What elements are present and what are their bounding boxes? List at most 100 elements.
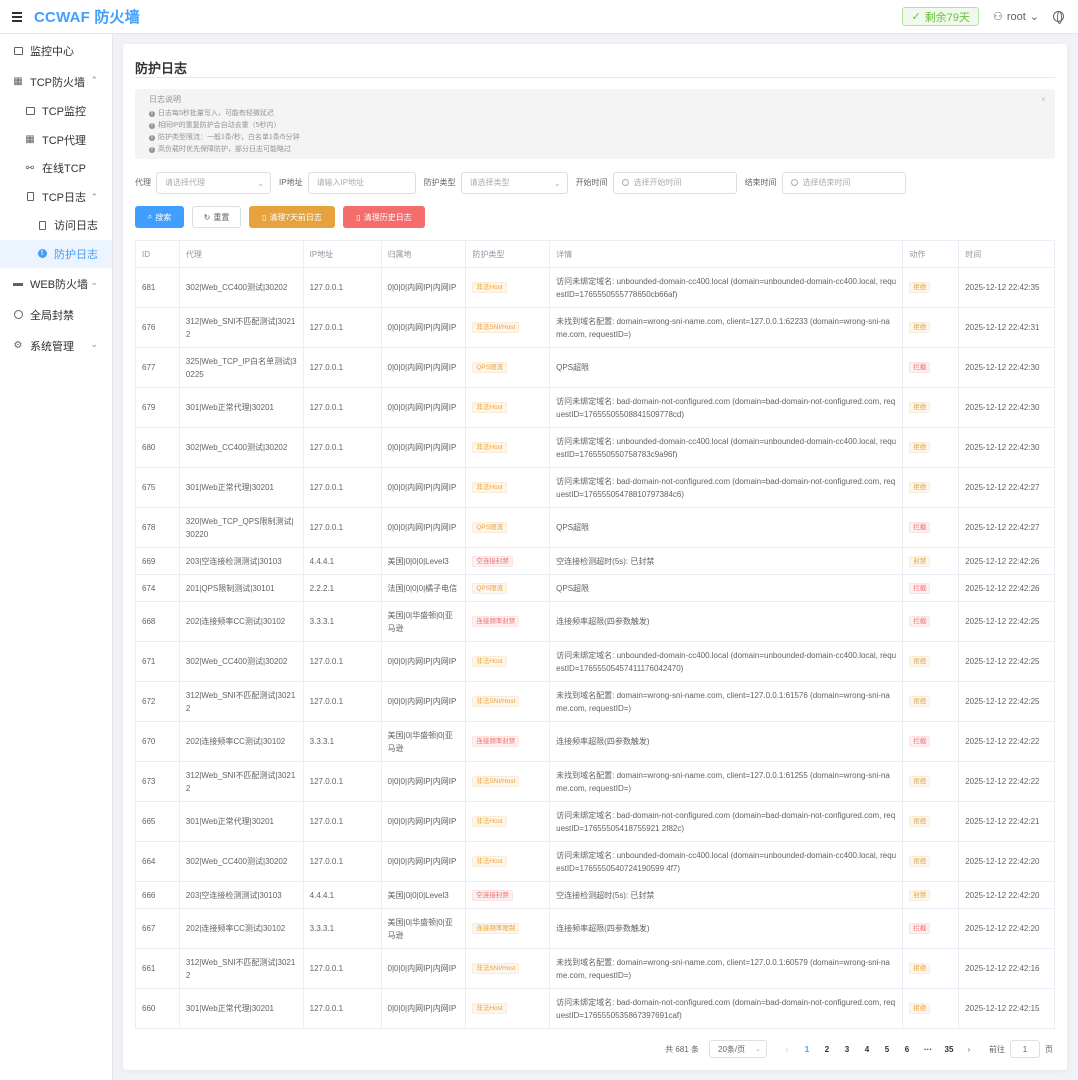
table-row: 668 202|连接频率CC测试|30102 3.3.3.1 美国|0|华盛顿|0|亚… bbox=[136, 602, 1054, 642]
page-number[interactable]: 5 bbox=[881, 1045, 893, 1054]
protection-type-tag: QPS限流 bbox=[472, 362, 508, 373]
table-row: 664 302|Web_CC400测试|30202 127.0.0.1 0|0|0|内… bbox=[136, 842, 1054, 882]
cell-type: 非法SNI/Host bbox=[466, 308, 551, 347]
action-tag: 拒绝 bbox=[909, 322, 931, 333]
protection-type-tag: 非法SNI/Host bbox=[472, 322, 520, 333]
page-title: 防护日志 bbox=[135, 61, 188, 76]
notice-title: 日志说明 bbox=[149, 95, 181, 104]
sidebar-item-monitor[interactable]: 监控中心 bbox=[0, 35, 112, 66]
cell-proxy: 301|Web正常代理|30201 bbox=[180, 468, 304, 507]
chevron-up-icon: ⌃ bbox=[90, 75, 98, 85]
cell-location: 美国|0|华盛顿|0|亚马逊 bbox=[382, 722, 467, 761]
search-icon: ⌕ bbox=[147, 212, 153, 221]
table-row: 661 312|Web_SNI不匹配测试|30212 127.0.0.1 0|0|0|… bbox=[136, 949, 1054, 989]
clock-icon bbox=[621, 179, 629, 186]
cell-type: 非法Host bbox=[466, 802, 551, 841]
cell-time: 2025-12-12 22:42:27 bbox=[965, 523, 1040, 532]
sidebar-item-online-tcp[interactable]: ⚯ 在线TCP bbox=[0, 154, 112, 183]
proxy-select[interactable]: 请选择代理 ⌄ bbox=[156, 171, 271, 194]
trash-icon: ▯ bbox=[262, 212, 267, 222]
cell-location: 0|0|0|内网IP|内网IP bbox=[382, 842, 467, 881]
sidebar-item-access-log[interactable]: 访问日志 bbox=[0, 211, 112, 240]
next-page-icon[interactable]: › bbox=[963, 1045, 975, 1054]
page-ellipsis[interactable]: ··· bbox=[921, 1045, 935, 1054]
type-select[interactable]: 请选择类型 ⌄ bbox=[460, 171, 568, 194]
sidebar-item-label: WEB防火墙 bbox=[30, 278, 89, 291]
cell-ip: 127.0.0.1 bbox=[304, 682, 382, 721]
col-header-time: 时间 bbox=[965, 249, 982, 259]
cell-detail: 访问未绑定域名: unbounded-domain-cc400.local (d… bbox=[550, 268, 904, 307]
prev-page-icon[interactable]: ‹ bbox=[781, 1045, 793, 1054]
sidebar-item-web-firewall[interactable]: ▬ WEB防火墙 ⌄ bbox=[0, 268, 112, 299]
reset-button[interactable]: ↻ 重置 bbox=[192, 206, 241, 228]
cell-detail: 访问未绑定域名: unbounded-domain-cc400.local (d… bbox=[550, 842, 904, 881]
proxy-select-placeholder: 请选择代理 bbox=[165, 178, 205, 187]
cell-type: 连接频率封禁 bbox=[466, 602, 551, 641]
cell-detail: 访问未绑定域名: bad-domain-not-configured.com (… bbox=[550, 468, 904, 507]
search-button-label: 搜索 bbox=[155, 212, 172, 222]
page-size-select[interactable]: 20条/页 ⌄ bbox=[709, 1040, 767, 1058]
cell-location: 美国|0|0|0|Level3 bbox=[382, 882, 467, 908]
search-button[interactable]: ⌕ 搜索 bbox=[135, 206, 184, 228]
cell-location: 0|0|0|内网IP|内网IP bbox=[382, 428, 467, 467]
sidebar-item-protection-log[interactable]: ! 防护日志 bbox=[0, 239, 112, 268]
goto-page-input[interactable]: 1 bbox=[1010, 1040, 1040, 1058]
page-list: 1 2 3 4 5 6 ··· 35 bbox=[801, 1045, 963, 1054]
end-time-picker[interactable]: 选择结束时间 bbox=[781, 171, 906, 194]
end-time-label: 结束时间 bbox=[744, 178, 777, 187]
page-number[interactable]: 4 bbox=[861, 1045, 873, 1054]
page-number[interactable]: 35 bbox=[943, 1045, 955, 1054]
days-left-label: 剩余79天 bbox=[924, 11, 970, 24]
sidebar-item-tcp-firewall[interactable]: ▦ TCP防火墙 ⌃ bbox=[0, 66, 112, 97]
cell-id: 680 bbox=[136, 428, 180, 467]
cell-action: 拒绝 bbox=[903, 682, 960, 721]
action-buttons: ⌕ 搜索 ↻ 重置 ▯ 清理7天前日志 ▯ 清理历史日志 bbox=[135, 206, 425, 228]
pagination: 共 681 条 20条/页 ⌄ ‹ 1 2 3 4 5 6 ··· 35 › 前往 1 页 bbox=[665, 1040, 1053, 1058]
protection-type-tag: 非法Host bbox=[472, 816, 507, 827]
sidebar-item-tcp-proxy[interactable]: ▦ TCP代理 bbox=[0, 126, 112, 155]
action-tag: 拒绝 bbox=[909, 696, 931, 707]
reset-button-label: 重置 bbox=[213, 212, 230, 222]
total-count: 共 681 条 bbox=[665, 1044, 699, 1054]
cell-detail: 未找到域名配置: domain=wrong-sni-name.com, clie… bbox=[550, 762, 904, 801]
page-number[interactable]: 3 bbox=[841, 1045, 853, 1054]
cell-id: 670 bbox=[136, 722, 180, 761]
start-time-picker[interactable]: 选择开始时间 bbox=[612, 171, 737, 194]
sidebar-item-tcp-monitor[interactable]: TCP监控 bbox=[0, 97, 112, 126]
cell-location: 法国|0|0|0|橘子电信 bbox=[382, 575, 467, 601]
page-number[interactable]: 1 bbox=[801, 1045, 813, 1054]
cell-action: 拦截 bbox=[903, 909, 960, 948]
col-header-action: 动作 bbox=[903, 241, 960, 267]
cell-id: 679 bbox=[136, 388, 180, 427]
cell-action: 拦截 bbox=[903, 722, 960, 761]
cell-ip: 127.0.0.1 bbox=[304, 468, 382, 507]
clear-7-days-button[interactable]: ▯ 清理7天前日志 bbox=[249, 206, 335, 228]
user-menu[interactable]: ⚇ root ⌄ bbox=[993, 10, 1039, 24]
page-number[interactable]: 2 bbox=[821, 1045, 833, 1054]
cell-action: 拒绝 bbox=[903, 842, 960, 881]
language-globe-icon[interactable] bbox=[1053, 11, 1064, 24]
sidebar-item-system[interactable]: ⚙ 系统管理 ⌄ bbox=[0, 330, 112, 361]
cell-type: QPS限流 bbox=[466, 508, 551, 547]
page-number[interactable]: 6 bbox=[901, 1045, 913, 1054]
cell-detail: 访问未绑定域名: bad-domain-not-configured.com (… bbox=[550, 388, 904, 427]
cell-ip: 2.2.2.1 bbox=[304, 575, 382, 601]
sidebar-item-label: TCP监控 bbox=[42, 106, 86, 119]
cell-type: 连接频率封禁 bbox=[466, 722, 551, 761]
action-tag: 封禁 bbox=[909, 555, 931, 567]
start-time-label: 开始时间 bbox=[575, 178, 608, 187]
protection-type-tag: QPS限流 bbox=[472, 522, 508, 533]
cell-action: 拒绝 bbox=[903, 428, 960, 467]
sidebar-item-tcp-log[interactable]: TCP日志 ⌃ bbox=[0, 183, 112, 212]
sidebar-item-global-ban[interactable]: 全局封禁 bbox=[0, 299, 112, 330]
clear-history-button[interactable]: ▯ 清理历史日志 bbox=[343, 206, 425, 228]
cell-time: 2025-12-12 22:42:27 bbox=[965, 483, 1040, 492]
cell-ip: 127.0.0.1 bbox=[304, 508, 382, 547]
cell-type: 非法SNI/Host bbox=[466, 682, 551, 721]
close-icon[interactable]: × bbox=[1041, 94, 1046, 104]
cell-proxy: 202|连接频率CC测试|30102 bbox=[180, 602, 304, 641]
check-icon: ✓ bbox=[911, 11, 921, 23]
chevron-down-icon: ⌄ bbox=[257, 178, 264, 188]
menu-toggle-icon[interactable] bbox=[12, 11, 22, 22]
ip-input[interactable]: 请输入IP地址 bbox=[307, 171, 416, 194]
